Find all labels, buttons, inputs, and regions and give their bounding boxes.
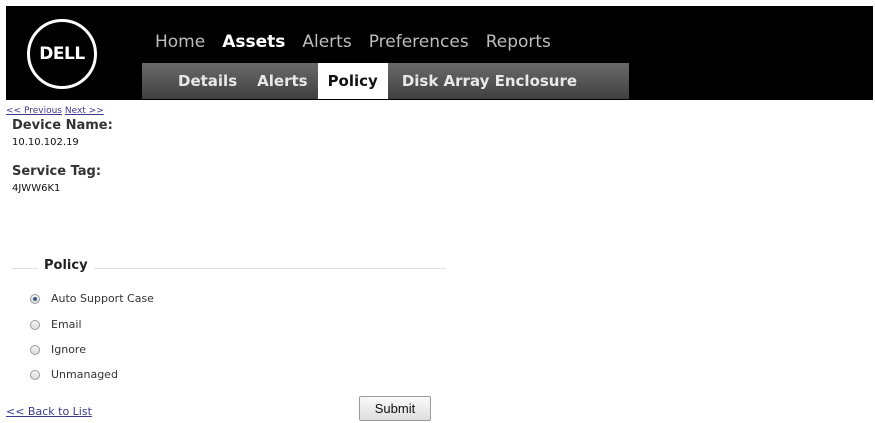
nav-alerts[interactable]: Alerts [302,32,362,52]
policy-option-ignore[interactable]: Ignore [30,343,86,356]
radio-auto-support-case[interactable] [30,293,40,304]
dell-logo[interactable]: DΕLL [27,19,97,89]
back-to-list-link[interactable]: << Back to List [6,405,92,418]
sub-nav: Details Alerts Policy Disk Array Enclosu… [142,63,629,99]
tab-disk-array-enclosure[interactable]: Disk Array Enclosure [388,63,605,99]
device-name-label: Device Name: [12,118,113,133]
nav-reports[interactable]: Reports [486,32,562,52]
device-name-value: 10.10.102.19 [12,137,79,148]
radio-label: Auto Support Case [51,292,154,305]
nav-home[interactable]: Home [155,32,216,52]
policy-option-email[interactable]: Email [30,318,82,331]
radio-label: Unmanaged [51,368,118,381]
radio-unmanaged[interactable] [30,369,40,380]
tab-alerts[interactable]: Alerts [247,63,317,99]
tab-details[interactable]: Details [142,63,247,99]
top-banner: DΕLL Home Assets Alerts Preferences Repo… [6,6,873,100]
tab-policy[interactable]: Policy [317,63,388,99]
previous-link[interactable]: << Previous [6,106,62,116]
nav-assets[interactable]: Assets [222,32,296,52]
submit-button[interactable]: Submit [359,396,431,421]
pager: << Previous Next >> [6,106,104,116]
service-tag-value: 4JWW6K1 [12,183,61,194]
policy-option-unmanaged[interactable]: Unmanaged [30,368,118,381]
next-link[interactable]: Next >> [65,106,104,116]
policy-option-auto-support-case[interactable]: Auto Support Case [30,292,154,305]
policy-legend: Policy [38,258,94,273]
main-nav: Home Assets Alerts Preferences Reports [155,32,568,52]
service-tag-label: Service Tag: [12,164,102,179]
radio-label: Ignore [51,343,86,356]
logo-text: DΕLL [39,44,85,64]
nav-preferences[interactable]: Preferences [369,32,480,52]
radio-label: Email [51,318,82,331]
radio-email[interactable] [30,319,40,330]
radio-ignore[interactable] [30,344,40,355]
